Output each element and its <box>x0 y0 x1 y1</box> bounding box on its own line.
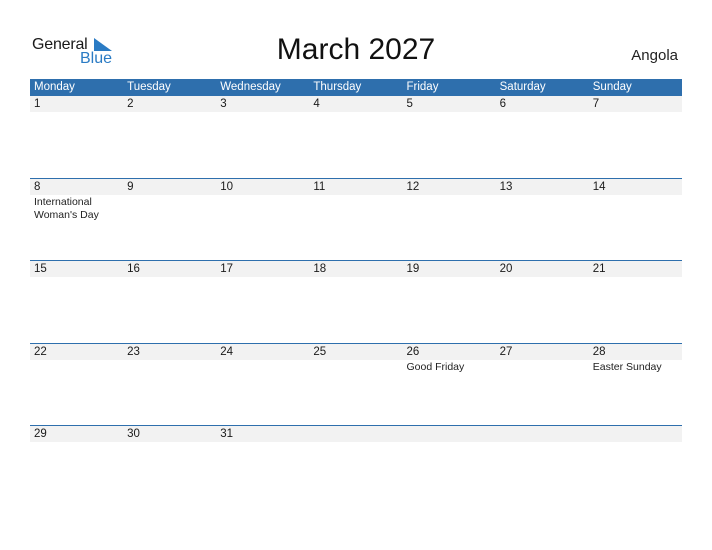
day-number: 26 <box>406 345 420 358</box>
holiday-label <box>123 195 216 222</box>
day-number <box>309 426 402 442</box>
day-number: 18 <box>313 263 327 275</box>
holiday-label <box>309 442 402 443</box>
weekday-monday: Monday <box>34 81 75 93</box>
holiday-label: Good Friday <box>406 360 465 373</box>
holiday-label <box>589 195 682 222</box>
day-number: 17 <box>220 263 234 275</box>
holiday-label <box>309 195 402 222</box>
day-number: 12 <box>406 180 420 193</box>
event-row <box>30 277 682 278</box>
week-row-4: 22 23 24 25 26 27 28 Good Friday Easter … <box>30 342 682 426</box>
holiday-label <box>123 442 216 443</box>
day-number: 31 <box>220 428 234 440</box>
holiday-label <box>496 442 589 443</box>
holiday-label <box>123 277 216 278</box>
day-number: 30 <box>127 428 140 440</box>
day-number: 28 <box>592 345 606 358</box>
weekday-sunday: Sunday <box>592 81 632 93</box>
holiday-label <box>216 277 309 278</box>
day-number: 23 <box>127 345 140 358</box>
holiday-label <box>403 195 496 222</box>
holiday-label <box>123 112 216 113</box>
calendar-grid: Monday Tuesday Wednesday Thursday Friday… <box>30 79 682 508</box>
event-row: International Woman's Day <box>30 195 682 222</box>
holiday-label <box>216 195 309 222</box>
holiday-label: International Woman's Day <box>34 195 99 221</box>
holiday-label <box>496 112 589 113</box>
event-row <box>30 442 682 443</box>
holiday-label <box>30 112 123 113</box>
holiday-label <box>216 442 309 443</box>
day-number: 5 <box>406 98 413 110</box>
day-number: 15 <box>34 263 47 275</box>
day-number: 4 <box>313 98 320 110</box>
holiday-label <box>496 195 589 222</box>
day-number: 27 <box>499 345 513 358</box>
day-number-row: 29 30 31 <box>30 426 682 442</box>
holiday-label <box>589 277 682 278</box>
holiday-label <box>309 360 402 374</box>
calendar-title: March 2027 <box>276 33 436 66</box>
day-number: 1 <box>34 98 41 110</box>
day-number: 11 <box>313 180 326 193</box>
weekday-friday: Friday <box>406 81 439 93</box>
day-number <box>496 426 589 442</box>
day-number: 22 <box>34 345 47 358</box>
holiday-label <box>496 277 589 278</box>
day-number: 13 <box>499 180 513 193</box>
country-label: Angola <box>631 47 678 64</box>
day-number: 9 <box>127 180 134 193</box>
day-number: 16 <box>127 263 140 275</box>
event-row: Good Friday Easter Sunday <box>30 360 682 374</box>
holiday-label <box>403 277 496 278</box>
holiday-label <box>403 112 496 113</box>
holiday-label <box>309 277 402 278</box>
weekday-wednesday: Wednesday <box>220 81 281 93</box>
day-number: 24 <box>220 345 234 358</box>
event-row <box>30 112 682 113</box>
day-number: 21 <box>592 263 606 275</box>
day-number: 6 <box>499 98 507 110</box>
day-number: 25 <box>313 345 327 358</box>
week-row-5: 29 30 31 <box>30 425 682 508</box>
week-row-1: 1 2 3 4 5 6 7 <box>30 96 682 178</box>
day-number: 20 <box>499 263 513 275</box>
holiday-label <box>216 360 309 374</box>
day-number-row: 22 23 24 25 26 27 28 <box>30 343 682 360</box>
day-number-row: 8 9 10 11 12 13 14 <box>30 178 682 195</box>
day-number-row: 15 16 17 18 19 20 21 <box>30 261 682 277</box>
week-row-2: 8 9 10 11 12 13 14 International Woman's… <box>30 177 682 261</box>
holiday-label <box>309 112 402 113</box>
weekday-tuesday: Tuesday <box>127 81 171 93</box>
weekday-header-row: Monday Tuesday Wednesday Thursday Friday… <box>30 79 682 96</box>
holiday-label <box>589 112 682 113</box>
day-number-row: 1 2 3 4 5 6 7 <box>30 96 682 112</box>
holiday-label <box>30 360 123 374</box>
day-number: 14 <box>592 180 606 193</box>
weekday-thursday: Thursday <box>313 81 362 93</box>
holiday-label <box>30 442 123 443</box>
holiday-label <box>216 112 309 113</box>
holiday-label: Easter Sunday <box>592 360 662 373</box>
day-number <box>589 426 682 442</box>
day-number: 10 <box>220 180 234 193</box>
holiday-label <box>30 277 123 278</box>
day-number: 3 <box>220 98 227 110</box>
holiday-label <box>589 442 682 443</box>
day-number <box>403 426 496 442</box>
day-number: 29 <box>34 428 47 440</box>
holiday-label <box>496 360 589 374</box>
holiday-label <box>123 360 216 374</box>
week-row-3: 15 16 17 18 19 20 21 <box>30 260 682 343</box>
day-number: 2 <box>127 98 134 110</box>
day-number: 8 <box>34 180 41 193</box>
weekday-saturday: Saturday <box>499 81 546 93</box>
day-number: 19 <box>406 263 420 275</box>
day-number: 7 <box>592 98 600 110</box>
holiday-label <box>403 442 496 443</box>
